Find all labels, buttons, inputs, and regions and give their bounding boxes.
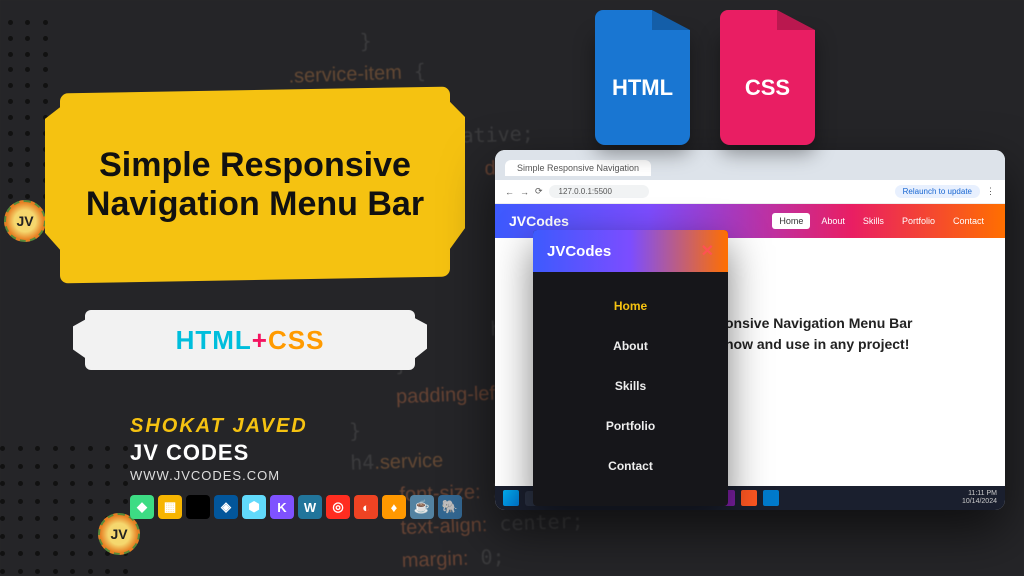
browser-tab-bar[interactable]: Simple Responsive Navigation (495, 150, 1005, 180)
taskbar-clock[interactable]: 11:11 PM 10/14/2024 (962, 490, 997, 505)
mobile-menu-logo[interactable]: JVCodes (547, 243, 611, 260)
tech-icon: K (270, 495, 294, 519)
brand-name: JV CODES (130, 440, 308, 466)
main-title: Simple Responsive Navigation Menu Bar (60, 90, 450, 280)
css-file-icon: CSS (720, 30, 815, 145)
mobile-item-home[interactable]: Home (533, 286, 728, 326)
tech-icon: ⬢ (242, 495, 266, 519)
decorative-dots-left (0, 20, 50, 200)
tech-icon: W (298, 495, 322, 519)
file-badges: HTML CSS (595, 30, 815, 145)
html-file-icon: HTML (595, 30, 690, 145)
tech-icon (186, 495, 210, 519)
nav-item-about[interactable]: About (814, 213, 852, 229)
website-url: WWW.JVCODES.COM (130, 468, 308, 483)
white-brush-bg: HTML+CSS (85, 310, 415, 370)
browser-address-bar[interactable]: ← → ⟳ 127.0.0.1:5500 Relaunch to update … (495, 180, 1005, 204)
tech-label: HTML+CSS (176, 325, 325, 356)
nav-items: Home About Skills Portfolio Contact (772, 213, 991, 229)
mobile-menu-panel: JVCodes ✕ Home About Skills Portfolio Co… (533, 230, 728, 506)
jv-logo-badge: JV (98, 513, 140, 555)
tech-icon: ◎ (326, 495, 350, 519)
mobile-menu-items: Home About Skills Portfolio Contact (533, 272, 728, 506)
page-content: onsive Navigation Menu Bar now and use i… (495, 238, 1005, 508)
hero-text: onsive Navigation Menu Bar now and use i… (725, 313, 912, 355)
tech-icon: ◈ (214, 495, 238, 519)
mobile-item-portfolio[interactable]: Portfolio (533, 406, 728, 446)
forward-icon[interactable]: → (520, 187, 529, 197)
mobile-item-contact[interactable]: Contact (533, 446, 728, 486)
menu-icon[interactable]: ⋮ (986, 186, 995, 197)
credits-block: SHOKAT JAVED JV CODES WWW.JVCODES.COM (130, 415, 308, 483)
nav-logo[interactable]: JVCodes (509, 213, 569, 229)
browser-tab[interactable]: Simple Responsive Navigation (505, 160, 651, 176)
reload-icon[interactable]: ⟳ (535, 186, 543, 197)
browser-window: Simple Responsive Navigation ← → ⟳ 127.0… (495, 150, 1005, 510)
start-button[interactable] (503, 490, 519, 506)
nav-item-portfolio[interactable]: Portfolio (895, 213, 942, 229)
jv-logo-badge: JV (4, 200, 46, 242)
back-icon[interactable]: ← (505, 187, 514, 197)
tech-icon: ◆ (130, 495, 154, 519)
update-button[interactable]: Relaunch to update (895, 185, 980, 198)
decorative-dots-bottom (0, 446, 130, 576)
mobile-item-about[interactable]: About (533, 326, 728, 366)
tech-icon: ◐ (354, 495, 378, 519)
title-block: Simple Responsive Navigation Menu Bar (60, 90, 450, 280)
tech-icons-row: ◆▦ ◈⬢KW◎◐♦☕🐘 (130, 495, 462, 519)
mobile-menu-header: JVCodes ✕ (533, 230, 728, 272)
nav-item-home[interactable]: Home (772, 213, 810, 229)
taskbar-app-icon[interactable] (763, 490, 779, 506)
close-icon[interactable]: ✕ (701, 241, 714, 261)
tech-icon: 🐘 (438, 495, 462, 519)
nav-item-skills[interactable]: Skills (856, 213, 891, 229)
tech-icon: ♦ (382, 495, 406, 519)
mobile-item-skills[interactable]: Skills (533, 366, 728, 406)
taskbar-app-icon[interactable] (741, 490, 757, 506)
tech-icon: ☕ (410, 495, 434, 519)
tech-icon: ▦ (158, 495, 182, 519)
author-name: SHOKAT JAVED (130, 415, 308, 438)
nav-item-contact[interactable]: Contact (946, 213, 991, 229)
url-input[interactable]: 127.0.0.1:5500 (549, 185, 649, 198)
